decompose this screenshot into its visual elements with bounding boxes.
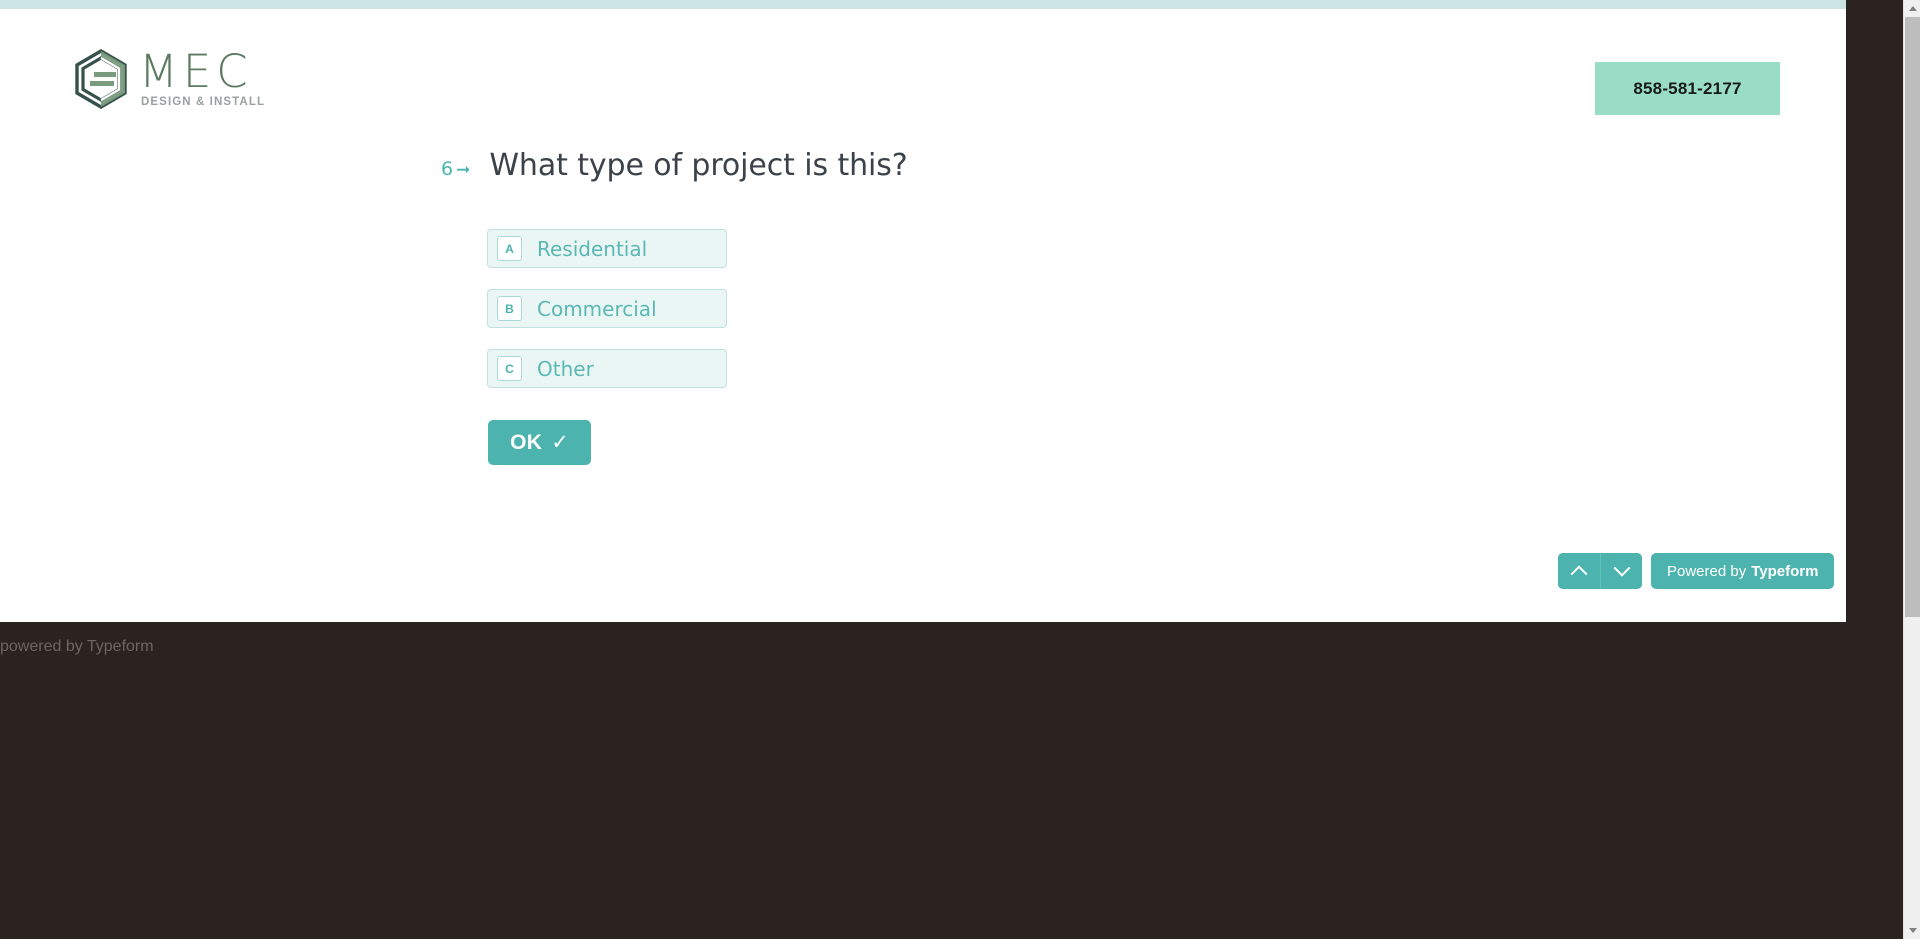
choice-option-c[interactable]: C Other (487, 349, 727, 388)
question-text: What type of project is this? (489, 148, 908, 183)
powered-by-prefix: Powered by (1667, 562, 1747, 580)
hexagon-logo-icon (75, 49, 127, 109)
check-icon: ✓ (551, 431, 569, 454)
choice-key-badge: A (497, 236, 522, 261)
arrow-right-icon: ➞ (456, 160, 471, 179)
choice-key-badge: B (497, 296, 522, 321)
ok-button-label: OK (510, 430, 543, 454)
choice-label: Other (537, 356, 594, 381)
progress-bar (0, 0, 1846, 9)
browser-page: MEC DESIGN & INSTALL 858-581-2177 6 ➞ Wh… (0, 0, 1920, 939)
phone-number-text: 858-581-2177 (1633, 78, 1742, 98)
typeform-frame: MEC DESIGN & INSTALL 858-581-2177 6 ➞ Wh… (0, 0, 1846, 622)
footer-powered-by-text: powered by Typeform (0, 638, 154, 655)
logo-subtitle: DESIGN & INSTALL (141, 96, 266, 109)
nav-arrow-group (1558, 553, 1642, 589)
typeform-brand-name: Typeform (1751, 562, 1819, 580)
page-scrollbar[interactable] (1903, 0, 1920, 939)
phone-number-badge[interactable]: 858-581-2177 (1595, 62, 1780, 115)
question-block: 6 ➞ What type of project is this? (441, 148, 1341, 183)
powered-by-typeform-button[interactable]: Powered by Typeform (1651, 553, 1835, 589)
scroll-down-arrow-icon (1908, 928, 1917, 933)
choice-label: Commercial (537, 296, 657, 321)
logo-wordmark: MEC DESIGN & INSTALL (139, 49, 265, 109)
page-scroll-up-button[interactable] (1904, 0, 1920, 17)
nav-previous-button[interactable] (1558, 553, 1600, 589)
page-scrollbar-thumb[interactable] (1905, 17, 1920, 617)
choice-option-b[interactable]: B Commercial (487, 289, 727, 328)
scroll-up-arrow-icon (1908, 6, 1917, 11)
ok-submit-button[interactable]: OK ✓ (488, 420, 591, 465)
choice-label: Residential (537, 236, 648, 261)
chevron-down-icon (1613, 559, 1630, 577)
chevron-up-icon (1570, 565, 1588, 583)
logo-title: MEC (139, 45, 253, 99)
choice-option-a[interactable]: A Residential (487, 229, 727, 268)
nav-next-button[interactable] (1600, 553, 1642, 589)
choice-key-badge: C (497, 356, 522, 381)
page-scroll-down-button[interactable] (1904, 922, 1920, 939)
brand-logo: MEC DESIGN & INSTALL (70, 48, 265, 110)
form-navigation: Powered by Typeform (1558, 553, 1835, 589)
page-footer: powered by Typeform (0, 622, 1903, 939)
question-number: 6 (441, 158, 454, 180)
choice-list: A Residential B Commercial C Other (487, 229, 727, 409)
